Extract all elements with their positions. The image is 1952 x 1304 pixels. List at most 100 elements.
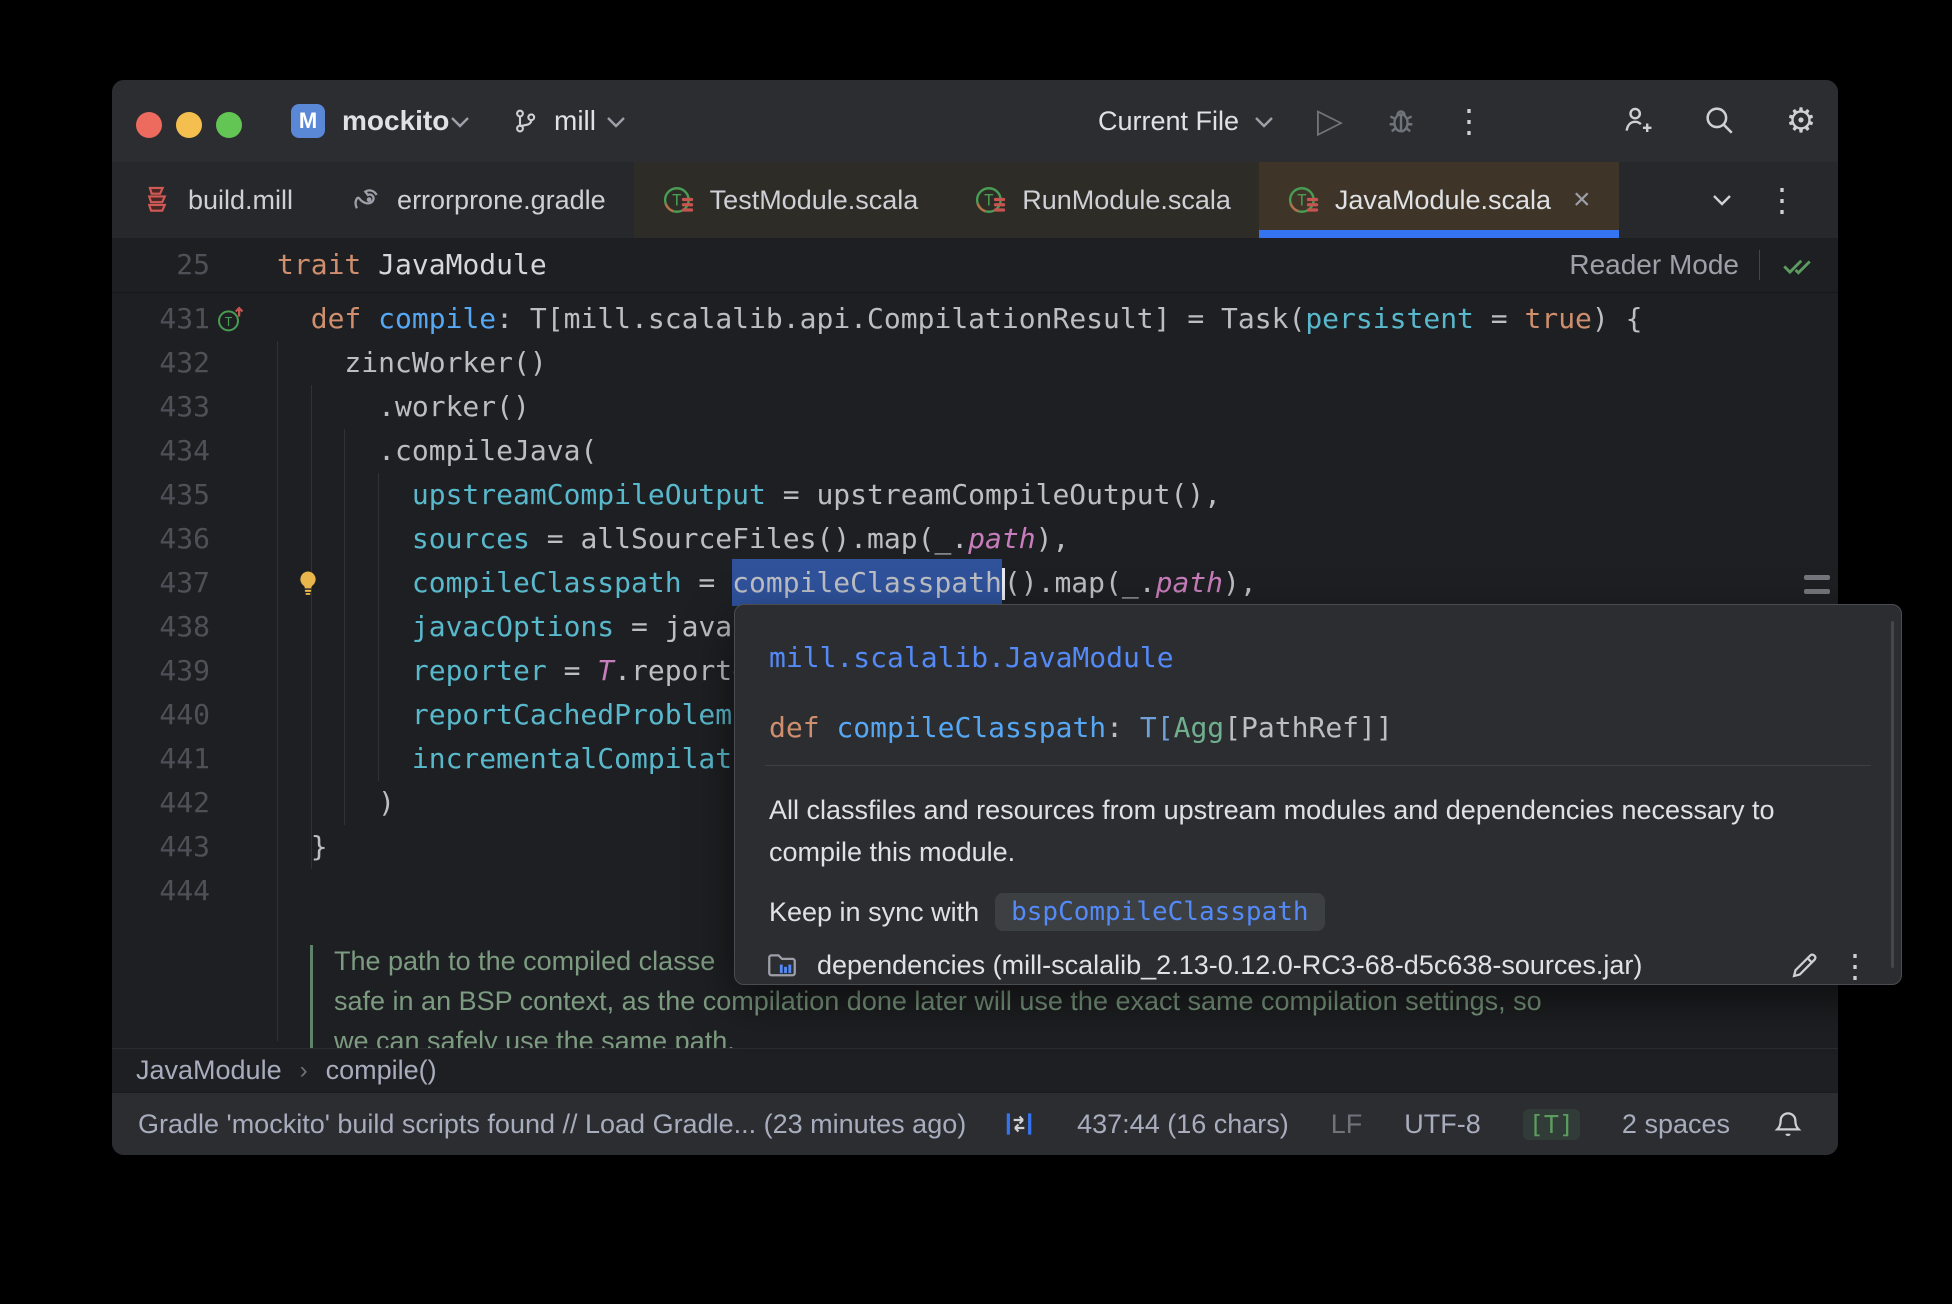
code-text: sources = allSourceFiles().map(_.path),	[411, 522, 1070, 555]
gradle-icon	[354, 189, 378, 209]
line-number: 442	[159, 786, 210, 819]
breadcrumb-separator: ›	[299, 1056, 308, 1084]
search-icon	[1706, 107, 1733, 134]
tab-label: TestModule.scala	[709, 184, 919, 215]
library-folder-icon	[768, 953, 796, 976]
line-number: 435	[159, 478, 210, 511]
code-text: javacOptions = javacO	[411, 610, 766, 643]
doc-comment-line: we can safely use the same path.	[334, 1026, 735, 1048]
code-text: upstreamCompileOutput = upstreamCompileO…	[411, 478, 1222, 511]
code-line[interactable]: 435 upstreamCompileOutput = upstreamComp…	[112, 473, 1838, 517]
line-ending-indicator[interactable]: LF	[1331, 1109, 1363, 1140]
tab-javamodule-scala[interactable]: T JavaModule.scala ×	[1258, 162, 1619, 238]
chevron-down-icon	[451, 117, 469, 128]
status-message[interactable]: Gradle 'mockito' build scripts found // …	[138, 1109, 966, 1140]
sync-columns-icon[interactable]	[1003, 1108, 1035, 1140]
documentation-popup: mill.scalalib.JavaModule def compileClas…	[734, 604, 1902, 985]
macos-close-button[interactable]	[136, 112, 162, 138]
overrides-gutter-icon[interactable]: T	[216, 304, 246, 334]
trait-name: JavaModule	[361, 248, 547, 281]
line-number: 443	[159, 830, 210, 863]
line-number: 444	[159, 874, 210, 907]
tab-errorprone-gradle[interactable]: errorprone.gradle	[321, 162, 634, 238]
tab-label: RunModule.scala	[1022, 184, 1231, 215]
chevron-down-icon	[607, 117, 625, 128]
inspections-ok-icon[interactable]	[1780, 248, 1814, 282]
breadcrumb-item-javamodule[interactable]: JavaModule	[136, 1055, 282, 1086]
code-with-me-button[interactable]	[1620, 103, 1656, 139]
encoding-indicator[interactable]: UTF-8	[1404, 1109, 1481, 1140]
edit-pencil-icon[interactable]	[1787, 949, 1821, 983]
code-text: reporter = T.reporter	[411, 654, 766, 687]
run-button[interactable]: ▷	[1312, 103, 1348, 139]
kebab-menu-icon: ⋮	[1453, 103, 1485, 139]
divider	[765, 765, 1871, 766]
line-number: 441	[159, 742, 210, 775]
scrollbar-mark[interactable]	[1804, 589, 1830, 594]
doc-footer: dependencies (mill-scalalib_2.13-0.12.0-…	[765, 945, 1871, 986]
doc-comment-line: safe in an BSP context, as the compilati…	[334, 986, 1542, 1016]
breadcrumb: JavaModule › compile()	[112, 1048, 1838, 1092]
tab-runmodule-scala[interactable]: T RunModule.scala	[946, 162, 1259, 238]
code-line[interactable]: 437 compileClasspath = compileClasspath(…	[112, 559, 1838, 606]
code-text: .worker()	[277, 390, 530, 423]
breadcrumb-item-compile[interactable]: compile()	[326, 1055, 437, 1086]
tab-testmodule-scala[interactable]: T TestModule.scala	[633, 162, 947, 238]
code-line[interactable]: 434 .compileJava(	[112, 429, 1838, 473]
code-line[interactable]: 436 sources = allSourceFiles().map(_.pat…	[112, 517, 1838, 561]
search-everywhere-button[interactable]	[1701, 103, 1737, 139]
debug-button[interactable]	[1383, 103, 1419, 139]
chevron-down-icon	[1255, 117, 1273, 128]
more-actions-button[interactable]: ⋮	[1451, 103, 1487, 139]
line-number: 440	[159, 698, 210, 731]
code-line[interactable]: 433 .worker()	[112, 385, 1838, 429]
tab-build-mill[interactable]: build.mill	[112, 162, 321, 238]
project-badge: M	[291, 104, 325, 138]
settings-button[interactable]: ⚙	[1783, 103, 1819, 139]
code-line[interactable]: 431 def compile: T[mill.scalalib.api.Com…	[112, 297, 1838, 341]
scala-trait-icon: T	[663, 187, 693, 213]
line-number: 431	[159, 302, 210, 335]
tab-label: JavaModule.scala	[1334, 184, 1552, 215]
code-text: )	[277, 786, 396, 819]
popup-scrollbar[interactable]	[1891, 621, 1894, 968]
tab-label: build.mill	[188, 184, 294, 215]
code-line[interactable]: 432 zincWorker()	[112, 341, 1838, 385]
tab-label: errorprone.gradle	[397, 184, 606, 215]
divider	[1759, 250, 1760, 280]
gear-icon: ⚙	[1785, 102, 1817, 140]
line-number: 437	[159, 566, 210, 599]
intention-bulb-icon[interactable]	[293, 568, 323, 598]
code-text: def compile: T[mill.scalalib.api.Compila…	[310, 302, 1643, 335]
bell-icon[interactable]	[1772, 1108, 1804, 1140]
caret-position[interactable]: 437:44 (16 chars)	[1077, 1109, 1289, 1140]
doc-class-link[interactable]: mill.scalalib.JavaModule	[769, 641, 1174, 674]
branch-icon	[516, 109, 536, 133]
tab-list-chevron-icon[interactable]	[1712, 194, 1732, 206]
project-selector[interactable]: mockito	[342, 80, 449, 162]
macos-minimize-button[interactable]	[176, 112, 202, 138]
close-icon[interactable]: ×	[1573, 183, 1591, 217]
play-icon: ▷	[1316, 102, 1344, 140]
type-aware-badge[interactable]: [T]	[1522, 1108, 1580, 1140]
doc-description: All classfiles and resources from upstre…	[769, 795, 1775, 867]
line-number: 25	[176, 248, 210, 281]
status-bar: Gradle 'mockito' build scripts found // …	[112, 1092, 1838, 1155]
scrollbar-mark[interactable]	[1804, 575, 1830, 580]
svg-text:T: T	[672, 192, 682, 210]
branch-selector[interactable]: mill	[554, 80, 596, 162]
editor-tab-bar: build.mill errorprone.gradle T TestModul…	[112, 162, 1838, 238]
svg-text:T: T	[1297, 192, 1307, 210]
code-text: reportCachedProblems	[411, 698, 750, 731]
scala-trait-icon: T	[976, 187, 1006, 213]
reader-mode-toggle[interactable]: Reader Mode	[1569, 249, 1739, 281]
tab-options-icon[interactable]: ⋮	[1766, 182, 1798, 218]
keyword-trait: trait	[277, 248, 362, 281]
bsp-compile-classpath-chip[interactable]: bspCompileClasspath	[995, 893, 1325, 931]
doc-options-icon[interactable]: ⋮	[1839, 948, 1871, 984]
run-configuration-selector[interactable]: Current File	[1098, 80, 1239, 162]
macos-zoom-button[interactable]	[216, 112, 242, 138]
indent-indicator[interactable]: 2 spaces	[1622, 1109, 1730, 1140]
line-number: 436	[159, 522, 210, 555]
sticky-line[interactable]: 25 trait JavaModule Reader Mode	[112, 238, 1838, 293]
